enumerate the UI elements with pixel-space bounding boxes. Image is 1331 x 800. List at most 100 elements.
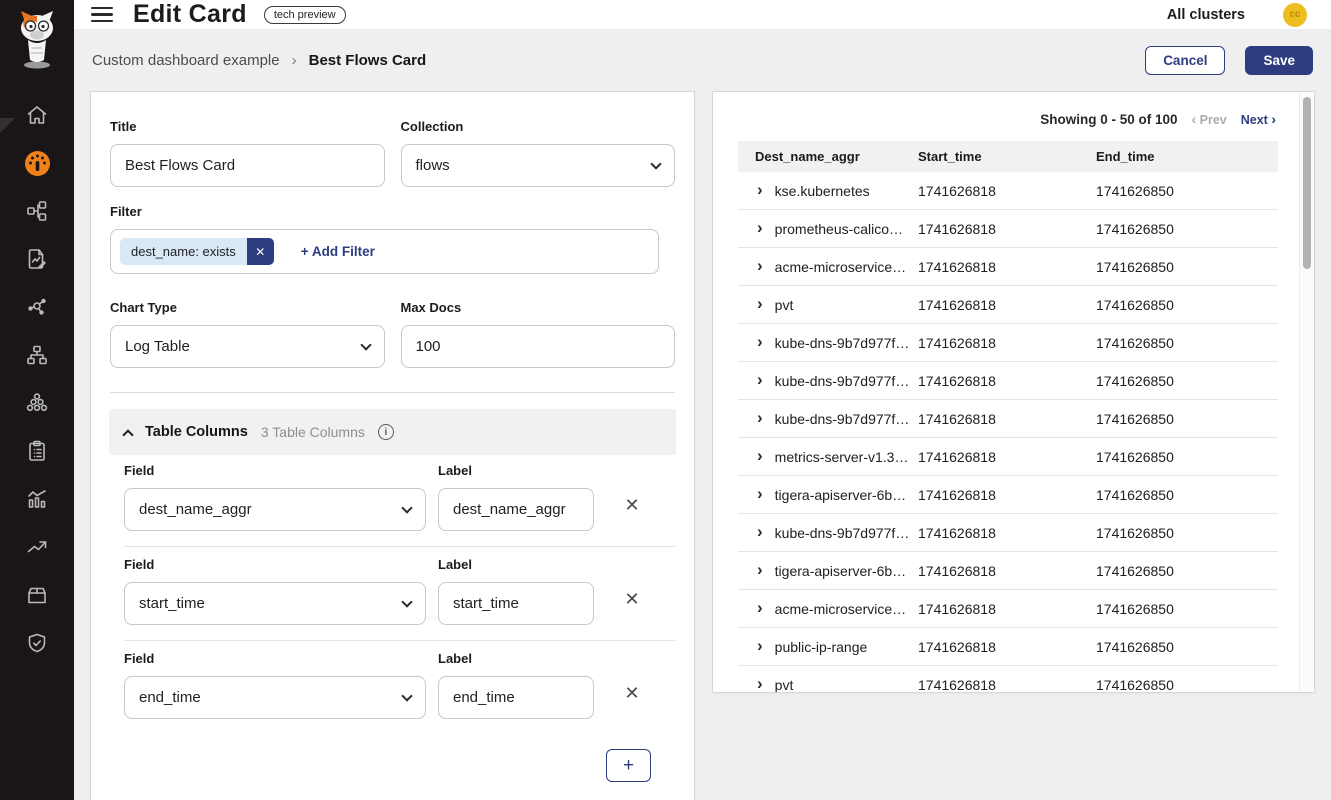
- cell-start-time: 1741626818: [918, 297, 1096, 313]
- row-expand-chevron-icon[interactable]: ›: [757, 411, 763, 427]
- table-row[interactable]: › kube-dns-9b7d977f… 1741626818 17416268…: [738, 514, 1278, 552]
- table-row[interactable]: › kube-dns-9b7d977f… 1741626818 17416268…: [738, 362, 1278, 400]
- row-expand-chevron-icon[interactable]: ›: [757, 525, 763, 541]
- package-icon[interactable]: [13, 571, 61, 619]
- cell-start-time: 1741626818: [918, 221, 1096, 237]
- cell-end-time: 1741626850: [1096, 487, 1278, 503]
- table-row[interactable]: › pvt 1741626818 1741626850: [738, 666, 1278, 693]
- cancel-button[interactable]: Cancel: [1145, 46, 1225, 75]
- dashboards-gauge-icon[interactable]: [13, 139, 61, 187]
- collection-label: Collection: [401, 119, 676, 134]
- chevron-down-icon: [650, 158, 661, 169]
- row-expand-chevron-icon[interactable]: ›: [757, 297, 763, 313]
- chart-type-select[interactable]: Log Table: [110, 325, 385, 368]
- filter-chip-remove-icon[interactable]: ✕: [247, 238, 274, 265]
- hamburger-menu-icon[interactable]: [91, 7, 113, 23]
- label-input[interactable]: [438, 676, 594, 719]
- table-scrollbar-thumb[interactable]: [1303, 97, 1311, 269]
- breadcrumb-parent-link[interactable]: Custom dashboard example: [92, 52, 280, 69]
- network-flows-icon[interactable]: [13, 187, 61, 235]
- filter-chip: dest_name: exists ✕: [120, 238, 274, 265]
- cell-dest-name: metrics-server-v1.3…: [775, 449, 909, 465]
- cell-dest-name: pvt: [775, 677, 794, 693]
- shield-check-icon[interactable]: [13, 619, 61, 667]
- user-avatar[interactable]: cc: [1283, 3, 1307, 27]
- cell-dest-name: prometheus-calico…: [775, 221, 903, 237]
- cell-dest-name: kse.kubernetes: [775, 183, 870, 199]
- clusters-icon[interactable]: [13, 379, 61, 427]
- row-expand-chevron-icon[interactable]: ›: [757, 677, 763, 693]
- trending-icon[interactable]: [13, 523, 61, 571]
- field-select[interactable]: end_time: [124, 676, 426, 719]
- remove-column-icon[interactable]: ✕: [617, 683, 647, 704]
- row-expand-chevron-icon[interactable]: ›: [757, 221, 763, 237]
- row-expand-chevron-icon[interactable]: ›: [757, 601, 763, 617]
- breadcrumb-current: Best Flows Card: [309, 52, 427, 69]
- field-select[interactable]: dest_name_aggr: [124, 488, 426, 531]
- row-expand-chevron-icon[interactable]: ›: [757, 373, 763, 389]
- row-expand-chevron-icon[interactable]: ›: [757, 639, 763, 655]
- remove-column-icon[interactable]: ✕: [617, 589, 647, 610]
- max-docs-input[interactable]: [401, 325, 676, 368]
- table-row[interactable]: › acme-microservice… 1741626818 17416268…: [738, 590, 1278, 628]
- cell-dest-name: public-ip-range: [775, 639, 868, 655]
- report-edit-icon[interactable]: [13, 235, 61, 283]
- column-config-row: Field dest_name_aggr Label ✕: [110, 455, 675, 531]
- collection-select[interactable]: flows: [401, 144, 676, 187]
- row-expand-chevron-icon[interactable]: ›: [757, 335, 763, 351]
- table-row[interactable]: › acme-microservice… 1741626818 17416268…: [738, 248, 1278, 286]
- home-icon[interactable]: [13, 91, 61, 139]
- table-row[interactable]: › kse.kubernetes 1741626818 1741626850: [738, 172, 1278, 210]
- sidebar-fold-decoration: [0, 118, 15, 133]
- table-row[interactable]: › prometheus-calico… 1741626818 17416268…: [738, 210, 1278, 248]
- remove-column-icon[interactable]: ✕: [617, 495, 647, 516]
- table-columns-title: Table Columns: [145, 424, 248, 440]
- clipboard-list-icon[interactable]: [13, 427, 61, 475]
- table-row[interactable]: › tigera-apiserver-6b… 1741626818 174162…: [738, 476, 1278, 514]
- form-divider: [110, 392, 675, 393]
- table-row[interactable]: › metrics-server-v1.3… 1741626818 174162…: [738, 438, 1278, 476]
- cell-end-time: 1741626850: [1096, 373, 1278, 389]
- cell-dest-name: pvt: [775, 297, 794, 313]
- cell-end-time: 1741626850: [1096, 221, 1278, 237]
- add-column-button[interactable]: +: [606, 749, 651, 782]
- sidebar: [0, 0, 74, 800]
- label-input[interactable]: [438, 488, 594, 531]
- calico-cat-logo[interactable]: [11, 0, 63, 79]
- row-expand-chevron-icon[interactable]: ›: [757, 563, 763, 579]
- table-scrollbar-track[interactable]: [1299, 93, 1313, 691]
- table-row[interactable]: › kube-dns-9b7d977f… 1741626818 17416268…: [738, 400, 1278, 438]
- row-expand-chevron-icon[interactable]: ›: [757, 449, 763, 465]
- chart-type-value: Log Table: [125, 338, 190, 355]
- label-label: Label: [438, 463, 594, 478]
- logs-chart-icon[interactable]: [13, 475, 61, 523]
- table-row[interactable]: › public-ip-range 1741626818 1741626850: [738, 628, 1278, 666]
- topology-icon[interactable]: [13, 331, 61, 379]
- filter-input[interactable]: dest_name: exists ✕ + Add Filter: [110, 229, 659, 274]
- field-value: start_time: [139, 595, 205, 612]
- row-expand-chevron-icon[interactable]: ›: [757, 259, 763, 275]
- chevron-down-icon: [401, 502, 412, 513]
- flows-table-header: Dest_name_aggr Start_time End_time: [738, 141, 1278, 172]
- prev-page-button[interactable]: ‹ Prev: [1191, 111, 1226, 127]
- next-page-button[interactable]: Next ›: [1241, 111, 1276, 127]
- info-icon: i: [378, 424, 394, 440]
- field-select[interactable]: start_time: [124, 582, 426, 625]
- row-expand-chevron-icon[interactable]: ›: [757, 183, 763, 199]
- save-button[interactable]: Save: [1245, 46, 1313, 75]
- prev-label: Prev: [1200, 113, 1227, 127]
- table-row[interactable]: › kube-dns-9b7d977f… 1741626818 17416268…: [738, 324, 1278, 362]
- title-input[interactable]: [110, 144, 385, 187]
- add-filter-link[interactable]: + Add Filter: [301, 244, 375, 259]
- pagination: Showing 0 - 50 of 100 ‹ Prev Next ›: [738, 106, 1276, 132]
- cluster-selector[interactable]: All clusters: [1167, 7, 1245, 23]
- row-expand-chevron-icon[interactable]: ›: [757, 487, 763, 503]
- cell-start-time: 1741626818: [918, 639, 1096, 655]
- table-columns-collapse-header[interactable]: Table Columns 3 Table Columns i: [109, 409, 676, 455]
- table-row[interactable]: › pvt 1741626818 1741626850: [738, 286, 1278, 324]
- breadcrumb-separator-icon: ›: [292, 52, 297, 69]
- service-graph-icon[interactable]: [13, 283, 61, 331]
- label-input[interactable]: [438, 582, 594, 625]
- table-row[interactable]: › tigera-apiserver-6b… 1741626818 174162…: [738, 552, 1278, 590]
- collection-value: flows: [416, 157, 450, 174]
